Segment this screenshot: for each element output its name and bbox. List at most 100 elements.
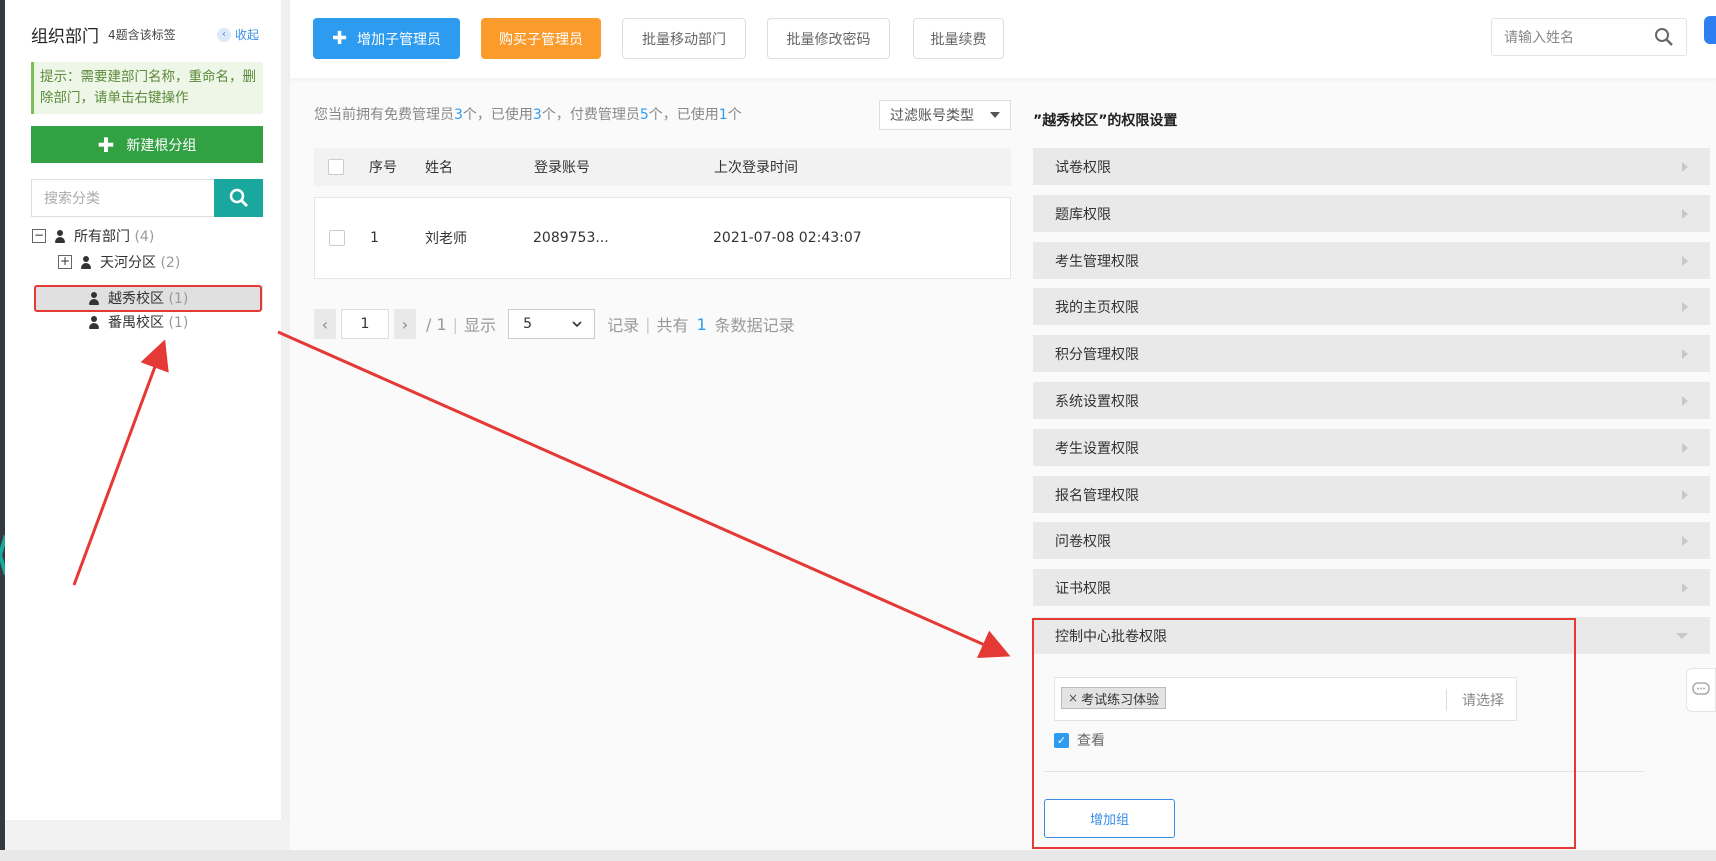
category-search-input[interactable]: 搜索分类 [31,179,215,217]
buy-sub-admin-button[interactable]: 购买子管理员 [481,18,601,59]
permission-group-label: 问卷权限 [1055,533,1111,550]
chevron-down-icon [572,320,582,327]
chevron-right-icon [1682,161,1688,172]
permission-group-label: 考生设置权限 [1055,440,1139,457]
permission-group-label: 证书权限 [1055,580,1111,597]
category-search-placeholder: 搜索分类 [44,191,100,207]
permission-group-label: 题库权限 [1055,206,1111,223]
total-pages: / 1 [426,314,447,334]
annotation-box-expanded-panel [1032,618,1576,849]
show-label: 显示 [464,316,497,335]
batch-move-button[interactable]: 批量移动部门 [622,18,746,59]
tip-box: 提示：需要建部门名称，重命名，删除部门，请单击右键操作 [31,62,263,114]
sidebar-title: 组织部门 [31,27,99,47]
tree-expand-icon[interactable]: + [58,255,72,269]
permission-group-row[interactable]: 积分管理权限 [1033,335,1710,372]
permission-group-row[interactable]: 问卷权限 [1033,522,1710,559]
chevron-right-icon [1682,208,1688,219]
permission-group-row[interactable]: 我的主页权限 [1033,288,1710,325]
page-size-value: 5 [523,316,532,332]
table-header: 序号 姓名 登录账号 上次登录时间 [314,148,1011,186]
admin-quota-summary: 您当前拥有免费管理员3个，已使用3个，付费管理员5个，已使用1个 [314,104,742,124]
total-prefix: 共有 [656,316,689,335]
permission-group-row[interactable]: 证书权限 [1033,569,1710,606]
tree-node-tianhe[interactable]: + 天河分区 (2) [58,251,180,273]
chevron-right-icon [1682,489,1688,500]
add-sub-admin-button[interactable]: ✚ 增加子管理员 [313,18,460,59]
total-count: 1 [696,314,707,334]
search-icon[interactable] [1654,27,1674,47]
annotation-box-selected-node [34,285,262,312]
chevron-down-icon [1676,632,1688,639]
tree-collapse-icon[interactable]: − [32,229,46,243]
page-input[interactable]: 1 [341,309,389,339]
total-suffix: 条数据记录 [714,316,795,335]
permission-group-row[interactable]: 报名管理权限 [1033,476,1710,513]
permission-group-row[interactable]: 试卷权限 [1033,148,1710,185]
caret-down-icon [990,112,1000,118]
sidebar-subtitle: 4题含该标签 [108,28,176,42]
name-search-input[interactable]: 请输入姓名 [1491,18,1687,56]
chevron-right-icon [1682,301,1688,312]
cell-last-login: 2021-07-08 02:43:07 [713,230,862,246]
prev-page-icon[interactable]: ‹ [314,309,336,339]
side-tab-button[interactable] [1704,16,1716,44]
person-icon [54,229,66,243]
permission-group-label: 考生管理权限 [1055,253,1139,270]
batch-renew-button[interactable]: 批量续费 [913,18,1004,59]
cell-account: 2089753... [533,230,609,246]
filter-label: 过滤账号类型 [890,108,974,124]
cell-name: 刘老师 [425,231,467,247]
chevron-right-icon [1682,255,1688,266]
collapse-label: 收起 [235,28,260,42]
add-sub-admin-label: 增加子管理员 [357,31,442,48]
tree-node-all[interactable]: − 所有部门 (4) [32,225,154,247]
tree-node-count: (4) [134,229,155,245]
account-type-filter[interactable]: 过滤账号类型 [879,100,1011,130]
permission-settings-title: ”越秀校区”的权限设置 [1033,113,1178,129]
collapse-button[interactable]: ‹ 收起 [217,26,259,43]
tree-node-panyu[interactable]: 番禺校区 (1) [88,311,188,333]
row-checkbox[interactable] [329,230,345,246]
category-search-button[interactable] [214,179,263,217]
header-seq: 序号 [369,160,397,176]
records-label: 记录 [607,316,640,335]
tree-node-label: 所有部门 [74,229,130,245]
person-icon [80,255,92,269]
next-page-icon[interactable]: › [394,309,416,339]
tree-node-count: (2) [160,255,181,271]
tree-node-label: 天河分区 [100,255,156,271]
permission-group-row[interactable]: 考生管理权限 [1033,242,1710,279]
chevron-left-icon: ‹ [217,27,231,42]
person-icon [88,315,100,329]
batch-password-button[interactable]: 批量修改密码 [767,18,890,59]
pagination: ‹ 1 › / 1 | 显示 5 记录 | 共有 1 条数据记录 [314,309,795,339]
new-root-label: 新建根分组 [126,137,197,154]
new-root-group-button[interactable]: ✚ 新建根分组 [31,126,263,163]
search-icon [229,188,248,207]
chevron-right-icon [1682,348,1688,359]
summary-text: 个，已使用 [648,107,719,123]
permission-group-row[interactable]: 考生设置权限 [1033,429,1710,466]
tree-node-label: 番禺校区 [108,315,164,331]
page-size-select[interactable]: 5 [508,309,596,339]
summary-text: 个 [727,107,742,123]
summary-text: 个，付费管理员 [541,107,640,123]
chat-bubble-icon[interactable] [1686,668,1716,712]
permission-group-label: 系统设置权限 [1055,393,1139,410]
permission-group-label: 试卷权限 [1055,159,1111,176]
permission-group-label: 积分管理权限 [1055,346,1139,363]
chevron-right-icon [1682,582,1688,593]
chevron-right-icon [1682,395,1688,406]
chevron-right-icon [1682,442,1688,453]
free-total: 3 [454,107,463,123]
header-name: 姓名 [425,160,453,176]
permission-group-row[interactable]: 系统设置权限 [1033,382,1710,419]
sidebar-scrollbar[interactable] [281,0,290,820]
paid-used: 1 [718,107,728,123]
paid-total: 5 [639,107,649,123]
permission-group-label: 报名管理权限 [1055,487,1139,504]
permission-group-row[interactable]: 题库权限 [1033,195,1710,232]
select-all-checkbox[interactable] [328,159,344,175]
table-row[interactable]: 1 刘老师 2089753... 2021-07-08 02:43:07 [314,197,1011,279]
